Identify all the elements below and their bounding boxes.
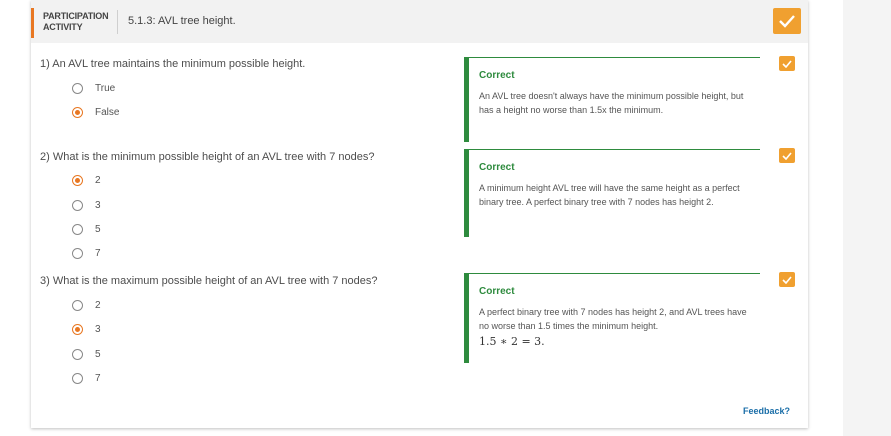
- feedback-status: Correct: [479, 70, 515, 81]
- radio-button[interactable]: [72, 199, 83, 211]
- question-3-option-3[interactable]: 5: [72, 346, 101, 362]
- question-3-feedback: Correct A perfect binary tree with 7 nod…: [464, 273, 760, 363]
- feedback-link[interactable]: Feedback?: [743, 406, 790, 416]
- feedback-explanation: A minimum height AVL tree will have the …: [479, 183, 740, 207]
- check-icon: [779, 15, 795, 28]
- radio-button-selected[interactable]: [72, 323, 83, 335]
- activity-title: 5.1.3: AVL tree height.: [128, 15, 236, 27]
- radio-button-selected[interactable]: [72, 106, 83, 118]
- feedback-explanation: An AVL tree doesn't always have the mini…: [479, 91, 744, 115]
- activity-header: PARTICIPATION ACTIVITY 5.1.3: AVL tree h…: [31, 0, 808, 43]
- radio-button[interactable]: [72, 348, 83, 360]
- header-divider: [117, 10, 118, 34]
- radio-button[interactable]: [72, 247, 83, 259]
- header-accent-bar: [31, 8, 34, 38]
- check-icon: [782, 275, 792, 284]
- option-label: 3: [95, 323, 101, 335]
- option-label: 7: [95, 372, 101, 384]
- feedback-status: Correct: [479, 162, 515, 173]
- question-2-check-badge: [779, 148, 795, 163]
- feedback-math: 1.5 ∗ 2 = 3.: [479, 335, 545, 348]
- question-3-option-4[interactable]: 7: [72, 370, 101, 386]
- question-3-option-2[interactable]: 3: [72, 321, 101, 337]
- radio-button[interactable]: [72, 372, 83, 384]
- participation-activity-card: PARTICIPATION ACTIVITY 5.1.3: AVL tree h…: [31, 0, 808, 428]
- question-2-option-3[interactable]: 5: [72, 221, 101, 237]
- radio-button[interactable]: [72, 223, 83, 235]
- question-2-option-1[interactable]: 2: [72, 172, 101, 188]
- radio-button[interactable]: [72, 82, 83, 94]
- question-3-check-badge: [779, 272, 795, 287]
- question-2-option-2[interactable]: 3: [72, 197, 101, 213]
- question-1-feedback: Correct An AVL tree doesn't always have …: [464, 57, 760, 142]
- right-gutter: [843, 0, 891, 436]
- feedback-explanation: A perfect binary tree with 7 nodes has h…: [479, 307, 747, 331]
- question-3-option-1[interactable]: 2: [72, 297, 101, 313]
- question-2-feedback: Correct A minimum height AVL tree will h…: [464, 149, 760, 237]
- option-label: True: [95, 82, 116, 94]
- activity-type-label: PARTICIPATION ACTIVITY: [43, 11, 109, 32]
- activity-complete-badge: [773, 8, 801, 34]
- question-1-prompt: 1) An AVL tree maintains the minimum pos…: [40, 58, 306, 70]
- option-label: 2: [95, 174, 101, 186]
- option-label: False: [95, 106, 120, 118]
- question-3-prompt: 3) What is the maximum possible height o…: [40, 275, 378, 287]
- question-1-option-1[interactable]: True: [72, 80, 115, 96]
- feedback-status: Correct: [479, 286, 515, 297]
- option-label: 5: [95, 348, 101, 360]
- option-label: 7: [95, 247, 101, 259]
- radio-button-selected[interactable]: [72, 174, 83, 186]
- question-1-option-2[interactable]: False: [72, 104, 119, 120]
- option-label: 3: [95, 199, 101, 211]
- question-1-check-badge: [779, 56, 795, 71]
- radio-button[interactable]: [72, 299, 83, 311]
- question-2-prompt: 2) What is the minimum possible height o…: [40, 151, 375, 163]
- check-icon: [782, 151, 792, 160]
- question-2-option-4[interactable]: 7: [72, 245, 101, 261]
- option-label: 2: [95, 299, 101, 311]
- check-icon: [782, 59, 792, 68]
- option-label: 5: [95, 223, 101, 235]
